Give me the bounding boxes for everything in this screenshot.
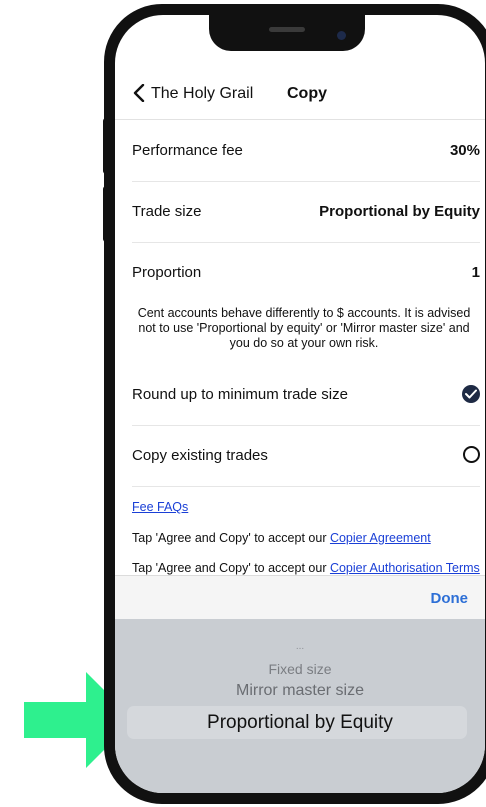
trade-size-value[interactable]: Proportional by Equity bbox=[319, 203, 480, 220]
agreement-prefix: Tap 'Agree and Copy' to accept our bbox=[132, 531, 330, 545]
checkmark-circle-icon[interactable] bbox=[462, 385, 480, 403]
picker-option-mirror-master-size[interactable]: Mirror master size bbox=[115, 682, 485, 700]
authorisation-line: Tap 'Agree and Copy' to accept our Copie… bbox=[132, 561, 480, 575]
camera bbox=[337, 31, 346, 40]
performance-fee-row: Performance fee 30% bbox=[132, 121, 480, 182]
picker-toolbar: Done bbox=[115, 575, 485, 619]
copy-existing-label: Copy existing trades bbox=[132, 447, 268, 464]
picker-option-fixed-size[interactable]: Fixed size bbox=[115, 661, 485, 677]
authorisation-prefix: Tap 'Agree and Copy' to accept our bbox=[132, 561, 330, 575]
agreement-line: Tap 'Agree and Copy' to accept our Copie… bbox=[132, 531, 431, 545]
fee-faqs-link[interactable]: Fee FAQs bbox=[132, 500, 188, 514]
trade-size-row[interactable]: Trade size Proportional by Equity bbox=[132, 182, 480, 243]
done-button[interactable]: Done bbox=[431, 590, 469, 607]
speaker bbox=[269, 27, 305, 32]
phone-screen: The Holy Grail Copy Performance fee 30% … bbox=[115, 15, 485, 793]
proportion-label: Proportion bbox=[132, 264, 202, 281]
cent-account-warning: Cent accounts behave differently to $ ac… bbox=[137, 306, 471, 350]
nav-bar: The Holy Grail Copy bbox=[115, 70, 485, 120]
notch bbox=[209, 15, 365, 51]
back-button[interactable]: The Holy Grail bbox=[151, 85, 253, 103]
picker-overflow-dots: ... bbox=[295, 641, 305, 652]
round-up-row[interactable]: Round up to minimum trade size bbox=[132, 365, 480, 426]
page-title: Copy bbox=[287, 85, 327, 102]
proportion-row[interactable]: Proportion 1 bbox=[132, 243, 480, 304]
trade-size-picker[interactable]: ... Fixed size Mirror master size Propor… bbox=[115, 619, 485, 793]
performance-fee-value: 30% bbox=[449, 142, 480, 159]
round-up-label: Round up to minimum trade size bbox=[132, 386, 348, 403]
copier-agreement-link[interactable]: Copier Agreement bbox=[330, 531, 431, 545]
phone-frame: The Holy Grail Copy Performance fee 30% … bbox=[104, 4, 486, 804]
picker-option-proportional-by-equity[interactable]: Proportional by Equity bbox=[115, 712, 485, 734]
empty-circle-icon[interactable] bbox=[463, 446, 480, 463]
copy-existing-row[interactable]: Copy existing trades bbox=[132, 426, 480, 487]
trade-size-label: Trade size bbox=[132, 203, 202, 220]
fee-faqs-line: Fee FAQs bbox=[132, 500, 188, 514]
copier-authorisation-link[interactable]: Copier Authorisation Terms bbox=[330, 561, 480, 575]
proportion-value[interactable]: 1 bbox=[472, 264, 480, 281]
chevron-left-icon[interactable] bbox=[132, 84, 146, 102]
performance-fee-label: Performance fee bbox=[132, 142, 243, 159]
